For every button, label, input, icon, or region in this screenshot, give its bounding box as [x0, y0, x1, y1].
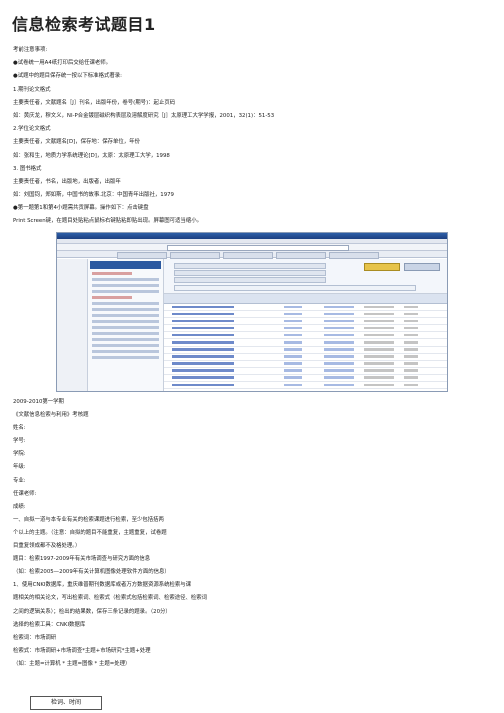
- text-line: （如：主题=计算机 * 主题=图像 * 主题=处理）: [13, 660, 131, 667]
- text-line: ●第一题第1和第4小题需共贡屏幕。操作如下：点击键盘: [13, 205, 149, 212]
- screenshot-nav-pane: [88, 259, 164, 391]
- exam-section: 2009-2010第一学期 《文献信息检索与利用》考核题 姓名: 学号: 学院:…: [13, 396, 493, 671]
- text-line: 检索词：市场调研: [13, 634, 57, 641]
- text-line: 如：张和生，地质力学系统理论[D]，太原：太原理工大学，1998: [13, 152, 170, 159]
- text-line: 主要责任者，书名，出版地，出版者，出版年: [13, 178, 121, 185]
- text-line: 个以上的主题。（注意：自拟的题目不能重复，主题重复，试卷题: [13, 529, 167, 536]
- text-line: 2009-2010第一学期: [13, 399, 64, 405]
- text-line: （如：检索2005—2009年有关计算机图像处理软件方面的信息）: [13, 569, 170, 576]
- screenshot-tabs: [57, 251, 447, 259]
- text-line: 2.学位论文格式: [13, 126, 51, 133]
- text-line: 《文献信息检索与利用》考核题: [13, 412, 89, 419]
- text-line: 学号:: [13, 438, 26, 445]
- text-line: ●试题中的题目保存统一按以下标准格式著录:: [13, 73, 122, 80]
- text-line: 3. 图书格式: [13, 165, 42, 172]
- text-line: 主要责任者，文献题名［J］刊名，出版年份，卷号(期号)：起止页码: [13, 99, 176, 106]
- page-title: 信息检索考试题目1: [12, 15, 156, 34]
- text-line: 之间的逻辑关系）；检出的结果数，保存三条记录的题录。（20分）: [13, 608, 171, 615]
- screenshot-address-bar: [57, 244, 447, 251]
- text-line: 选择的检索工具：CNKI数据库: [13, 621, 86, 628]
- text-line: 题相关的相关论文，写出检索词、检索式（检索式包括检索词、检索途径、检索词: [13, 595, 208, 602]
- text-line: 题目：检索1997-2009年有关市场调查与研究方面的信息: [13, 556, 151, 563]
- text-line: 如：刘国钧，郑如斯，中国书的故事.北京：中国青年出版社，1979: [13, 192, 174, 199]
- text-line: 成绩:: [13, 503, 26, 510]
- note-box: 检词、时间: [30, 696, 102, 710]
- text-line: 任课老师:: [13, 490, 37, 497]
- text-line: 检索式：市场调研+市场调查*主题+市场研究*主题+处理: [13, 647, 151, 654]
- text-line: 目重复领成都不及格处理。）: [13, 543, 81, 550]
- text-line: 学院:: [13, 451, 26, 458]
- text-line: 专业:: [13, 477, 26, 484]
- text-line: ●试卷统一用A4纸打印后交给任课老师。: [13, 60, 112, 67]
- text-line: 一、自拟一道与本专业有关的检索课题进行检索，至少包括括两: [13, 516, 164, 523]
- text-line: 主要责任者，文献题名[D]，保存地：保存单位，年份: [13, 139, 140, 146]
- intro-section: 考前注意事项: ●试卷统一用A4纸打印后交给任课老师。 ●试题中的题目保存统一按…: [13, 44, 493, 229]
- text-line: 姓名:: [13, 425, 26, 432]
- text-line: 1.期刊论文格式: [13, 86, 51, 93]
- screenshot-results: [164, 259, 447, 391]
- text-line: Print Screen键，在题目处贴粘点鼠标右键贴粘即贴出现。屏幕图可适当缩小…: [13, 218, 202, 225]
- screenshot-left-pane: [57, 259, 88, 391]
- text-line: 年级:: [13, 464, 26, 471]
- embedded-screenshot: [56, 232, 448, 392]
- text-line: 考前注意事项:: [13, 47, 48, 53]
- text-line: 1、使用CNKI数据库，重庆维普期刊数据库或者万方数据资源系统检索与课: [13, 582, 192, 589]
- text-line: 如：黄庆龙，穆文义，NI-P合金镀层磁织构表层及溶解度研究［J］太原理工大学学报…: [13, 112, 275, 119]
